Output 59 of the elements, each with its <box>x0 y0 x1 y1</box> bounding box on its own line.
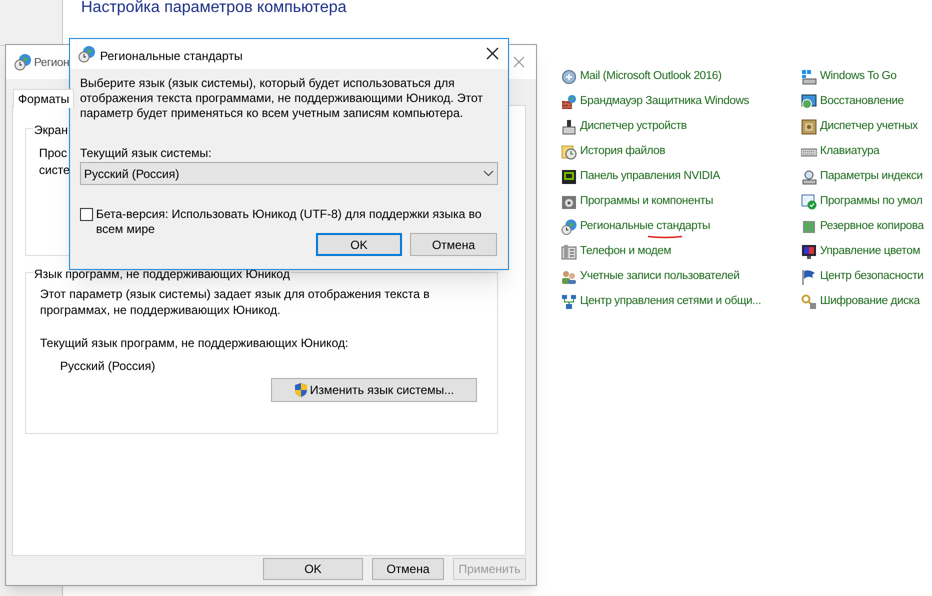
change-system-language-button[interactable]: Изменить язык системы... <box>271 378 477 402</box>
nvidia-panel-icon <box>561 168 577 184</box>
description-text: Этот параметр (язык системы) задает язык для отображения текста в программах, не поддерживающих Юникод. <box>40 286 431 318</box>
window-title: Региональные стандарты <box>100 48 243 65</box>
close-icon[interactable] <box>486 47 499 60</box>
control-panel-link[interactable]: Восстановление <box>820 92 904 110</box>
vault-icon <box>801 118 817 134</box>
windows-drive-icon <box>801 68 817 84</box>
window-title: Регион <box>34 56 70 71</box>
control-panel-link[interactable]: Windows To Go <box>820 68 896 86</box>
control-panel-link[interactable]: Резервное копирова <box>820 218 924 236</box>
backup-icon <box>801 218 817 234</box>
control-panel-link[interactable]: Клавиатура <box>820 142 880 160</box>
control-panel-link[interactable]: Учетные записи пользователей <box>580 268 740 286</box>
window-title: Настройка параметров компьютера <box>81 0 347 18</box>
globe-clock-icon <box>561 218 577 234</box>
network-icon <box>561 294 577 310</box>
control-panel-link[interactable]: Шифрование диска <box>820 292 920 310</box>
control-panel-link[interactable]: Центр безопасности <box>820 268 924 286</box>
language-dropdown[interactable]: Русский (Россия) <box>80 162 498 185</box>
control-panel-link[interactable]: Брандмауэр Защитника Windows <box>580 92 750 110</box>
group-text: Прос <box>39 145 68 162</box>
flag-icon <box>801 268 817 284</box>
brick-wall-globe-icon <box>561 94 577 110</box>
magnifier-drive-icon <box>801 168 817 184</box>
telephone-icon <box>561 244 577 260</box>
folder-clock-icon <box>561 144 577 160</box>
control-panel-link[interactable]: Региональные стандарты <box>580 218 710 236</box>
dialog-button[interactable]: Отмена <box>410 233 497 256</box>
utf8-checkbox[interactable] <box>80 208 93 221</box>
control-panel-link[interactable]: Управление цветом <box>820 242 920 260</box>
programs-icon <box>561 194 577 210</box>
control-panel-link[interactable]: История файлов <box>580 142 666 160</box>
control-panel-link[interactable]: Телефон и модем <box>580 242 672 260</box>
current-language-value: Русский (Россия) <box>60 358 156 375</box>
control-panel-link[interactable]: Программы и компоненты <box>580 192 714 210</box>
dialog-button[interactable]: OK <box>263 558 363 580</box>
control-panel-link[interactable]: Диспетчер устройств <box>580 118 687 136</box>
control-panel-link[interactable]: Программы по умол <box>820 192 922 210</box>
tab[interactable]: Форматы <box>13 89 74 108</box>
control-panel-link[interactable]: Панель управления NVIDIA <box>580 168 720 186</box>
current-language-label: Текущий язык программ, не поддерживающих Юникод: <box>40 335 348 352</box>
color-monitor-icon <box>801 244 817 260</box>
system-language-label: Текущий язык системы: <box>80 145 212 162</box>
dialog-button[interactable]: Отмена <box>372 558 444 580</box>
globe-clock-icon <box>78 45 96 63</box>
users-icon <box>561 268 577 284</box>
dialog-button[interactable]: OK <box>316 233 402 256</box>
group-text: систе <box>39 162 70 179</box>
control-panel-link[interactable]: Диспетчер учетных <box>820 118 918 136</box>
control-panel-link[interactable]: Mail (Microsoft Outlook 2016) <box>580 68 722 86</box>
chevron-down-icon <box>483 170 494 177</box>
description-text: Выберите язык (язык системы), который будет использоваться для отображения текста программами, не поддерживающими Юникод. Этот параметр будет применяться ко всем учетным записям компьютера. <box>80 76 484 121</box>
control-panel-link[interactable]: Параметры индекси <box>820 168 923 186</box>
device-icon <box>561 118 577 134</box>
control-panel-link[interactable]: Центр управления сетями и общи... <box>580 292 761 310</box>
globe-clock-icon <box>14 53 32 71</box>
default-programs-icon <box>801 194 817 210</box>
shield-icon <box>294 382 308 398</box>
